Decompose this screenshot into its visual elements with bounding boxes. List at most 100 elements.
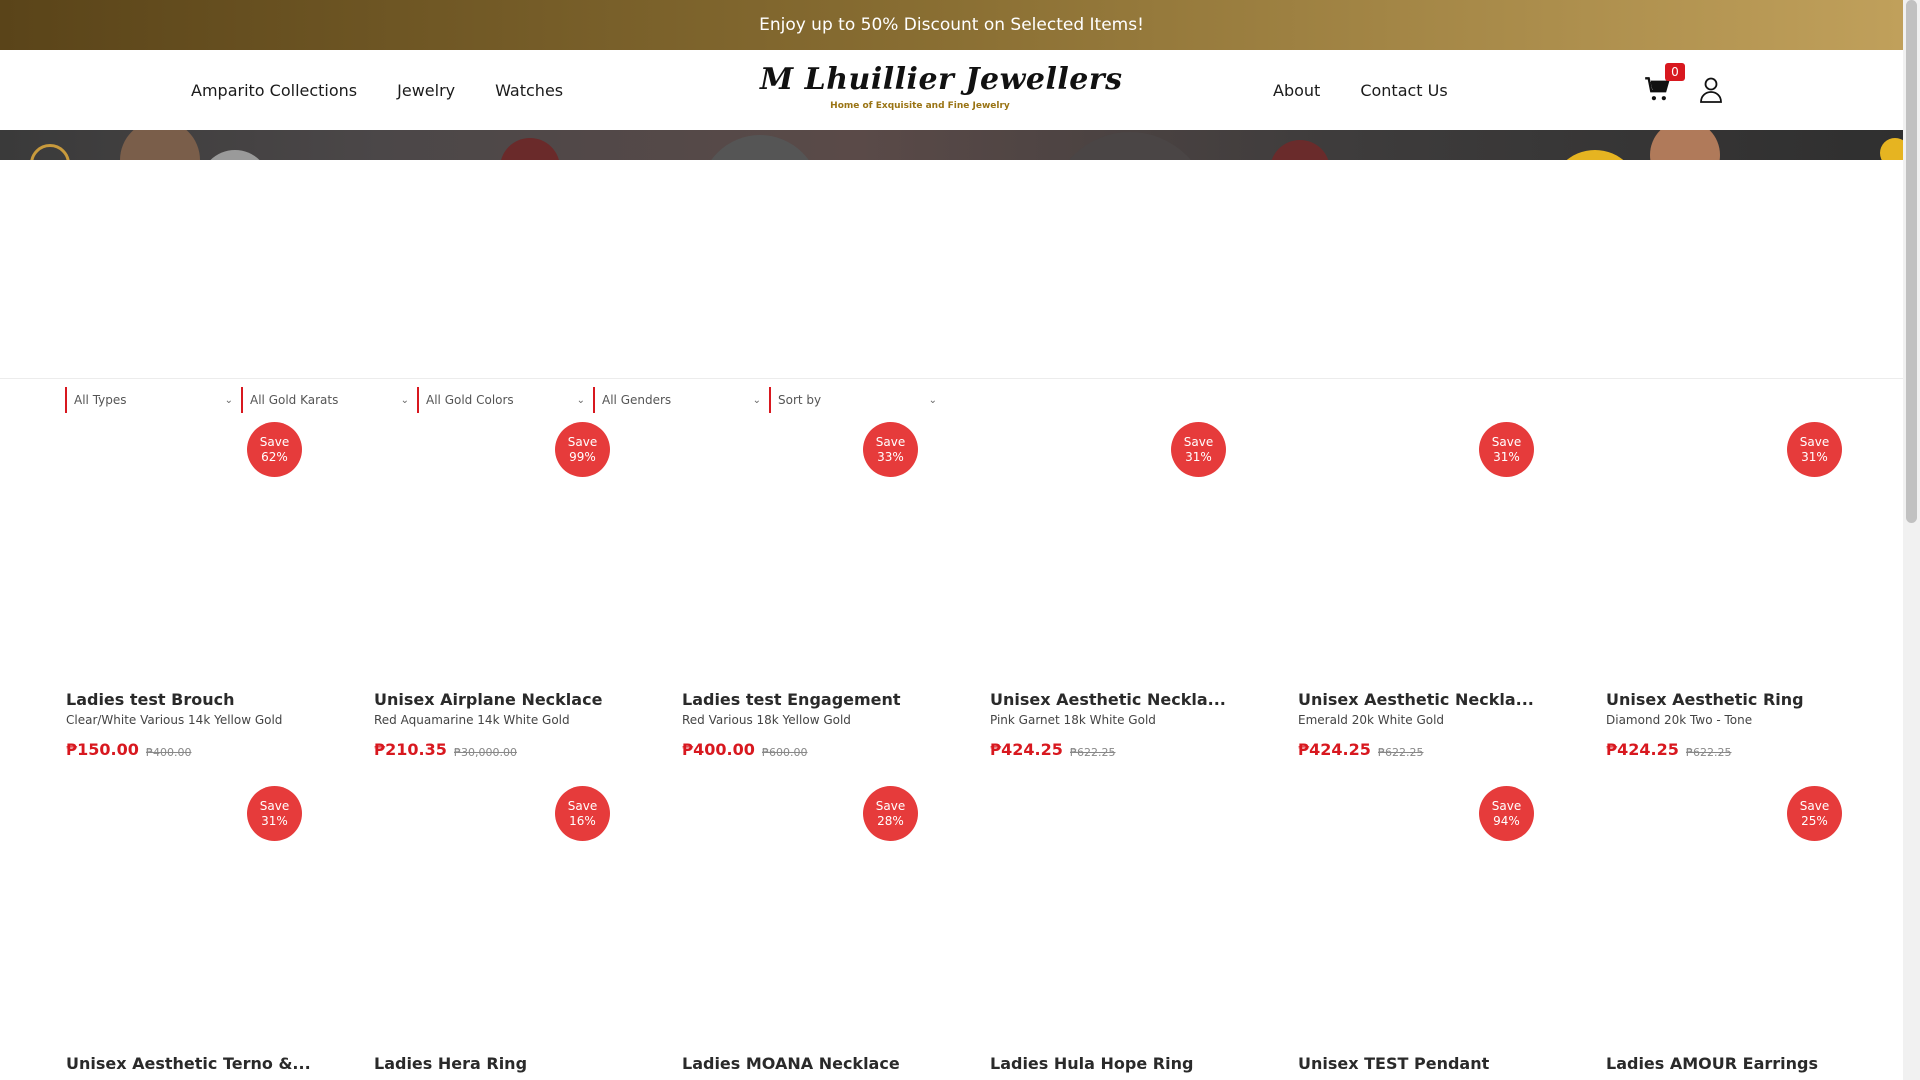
product-card[interactable]: Save 25% Ladies AMOUR Earrings bbox=[1606, 784, 1856, 1080]
product-subtitle: Red Aquamarine 14k White Gold bbox=[374, 713, 570, 727]
product-title[interactable]: Ladies Hula Hope Ring bbox=[990, 1054, 1240, 1073]
user-account-icon[interactable] bbox=[1699, 76, 1723, 104]
filter-karat-select[interactable]: All Gold Karats ⌄ bbox=[241, 387, 417, 413]
product-old-price: ₱622.25 bbox=[1686, 746, 1732, 759]
product-card[interactable]: Save 94% Unisex TEST Pendant bbox=[1298, 784, 1548, 1080]
save-badge: Save 99% bbox=[555, 422, 610, 477]
nav-jewelry[interactable]: Jewelry bbox=[397, 81, 455, 100]
save-badge: Save 33% bbox=[863, 422, 918, 477]
product-title[interactable]: Ladies Hera Ring bbox=[374, 1054, 624, 1073]
product-price: ₱424.25 bbox=[990, 740, 1063, 759]
save-percent: 28% bbox=[877, 813, 904, 828]
save-label: Save bbox=[567, 434, 598, 449]
product-price: ₱150.00 bbox=[66, 740, 139, 759]
save-percent: 99% bbox=[569, 449, 596, 464]
product-card[interactable]: Save 31% Unisex Aesthetic Terno &... bbox=[66, 784, 316, 1080]
product-old-price: ₱622.25 bbox=[1378, 746, 1424, 759]
save-badge: Save 31% bbox=[1787, 422, 1842, 477]
save-label: Save bbox=[1183, 434, 1214, 449]
product-old-price: ₱622.25 bbox=[1070, 746, 1116, 759]
product-title[interactable]: Ladies AMOUR Earrings bbox=[1606, 1054, 1856, 1073]
product-price: ₱400.00 bbox=[682, 740, 755, 759]
logo[interactable]: M Lhuillier Jewellers Home of Exquisite … bbox=[760, 60, 1123, 122]
chevron-down-icon: ⌄ bbox=[400, 394, 409, 406]
save-percent: 31% bbox=[1185, 449, 1212, 464]
product-subtitle: Emerald 20k White Gold bbox=[1298, 713, 1445, 727]
product-title[interactable]: Unisex Aesthetic Neckla... bbox=[990, 690, 1240, 709]
filter-color-select[interactable]: All Gold Colors ⌄ bbox=[417, 387, 593, 413]
save-badge: Save 31% bbox=[1479, 422, 1534, 477]
save-badge: Save 16% bbox=[555, 786, 610, 841]
product-card[interactable]: Save 31% Unisex Aesthetic Neckla... Pink … bbox=[990, 420, 1240, 760]
filter-gender-select[interactable]: All Genders ⌄ bbox=[593, 387, 769, 413]
save-badge: Save 62% bbox=[247, 422, 302, 477]
nav-amparito-collections[interactable]: Amparito Collections bbox=[191, 81, 357, 100]
product-card[interactable]: Save 31% Unisex Aesthetic Neckla... Emera… bbox=[1298, 420, 1548, 760]
product-title[interactable]: Ladies MOANA Necklace bbox=[682, 1054, 932, 1073]
product-title[interactable]: Ladies test Engagement bbox=[682, 690, 932, 709]
product-title[interactable]: Unisex Aesthetic Terno &... bbox=[66, 1054, 316, 1073]
save-percent: 62% bbox=[261, 449, 288, 464]
save-percent: 31% bbox=[261, 813, 288, 828]
product-subtitle: Red Various 18k Yellow Gold bbox=[682, 713, 851, 727]
save-label: Save bbox=[567, 798, 598, 813]
product-title[interactable]: Unisex Airplane Necklace bbox=[374, 690, 624, 709]
filter-color-label: All Gold Colors bbox=[426, 393, 514, 407]
sort-select[interactable]: Sort by ⌄ bbox=[769, 387, 945, 413]
filter-gender-label: All Genders bbox=[602, 393, 672, 407]
product-card[interactable]: Save 99% Unisex Airplane Necklace Red Aqu… bbox=[374, 420, 624, 760]
product-image[interactable] bbox=[990, 784, 1240, 1049]
product-card[interactable]: Ladies Hula Hope Ring bbox=[990, 784, 1240, 1080]
save-percent: 33% bbox=[877, 449, 904, 464]
product-old-price: ₱600.00 bbox=[762, 746, 808, 759]
save-label: Save bbox=[1491, 434, 1522, 449]
filter-karat-label: All Gold Karats bbox=[250, 393, 339, 407]
promo-text: Enjoy up to 50% Discount on Selected Ite… bbox=[759, 15, 1144, 35]
filter-type-label: All Types bbox=[74, 393, 127, 407]
save-label: Save bbox=[1799, 798, 1830, 813]
save-label: Save bbox=[1491, 798, 1522, 813]
product-title[interactable]: Unisex Aesthetic Ring bbox=[1606, 690, 1856, 709]
product-title[interactable]: Unisex Aesthetic Neckla... bbox=[1298, 690, 1548, 709]
nav-right: About Contact Us bbox=[1273, 50, 1448, 130]
save-percent: 16% bbox=[569, 813, 596, 828]
product-old-price: ₱30,000.00 bbox=[454, 746, 517, 759]
save-badge: Save 31% bbox=[247, 786, 302, 841]
product-subtitle: Diamond 20k Two - Tone bbox=[1606, 713, 1753, 727]
product-card[interactable]: Save 31% Unisex Aesthetic Ring Diamond 20… bbox=[1606, 420, 1856, 760]
product-old-price: ₱400.00 bbox=[146, 746, 192, 759]
header: Amparito Collections Jewelry Watches M L… bbox=[0, 50, 1903, 130]
save-percent: 25% bbox=[1801, 813, 1828, 828]
product-price: ₱424.25 bbox=[1606, 740, 1679, 759]
product-card[interactable]: Save 33% Ladies test Engagement Red Vario… bbox=[682, 420, 932, 760]
product-title[interactable]: Unisex TEST Pendant bbox=[1298, 1054, 1548, 1073]
filter-type-select[interactable]: All Types ⌄ bbox=[65, 387, 241, 413]
nav-contact-us[interactable]: Contact Us bbox=[1360, 81, 1447, 100]
logo-text: M Lhuillier Jewellers bbox=[760, 62, 1123, 97]
filter-divider bbox=[0, 378, 1903, 379]
nav-about[interactable]: About bbox=[1273, 81, 1320, 100]
save-label: Save bbox=[259, 434, 290, 449]
save-badge: Save 94% bbox=[1479, 786, 1534, 841]
save-percent: 94% bbox=[1493, 813, 1520, 828]
logo-tagline: Home of Exquisite and Fine Jewelry bbox=[830, 101, 1010, 111]
product-card[interactable]: Save 62% Ladies test Brouch Clear/White V… bbox=[66, 420, 316, 760]
save-percent: 31% bbox=[1801, 449, 1828, 464]
product-price: ₱424.25 bbox=[1298, 740, 1371, 759]
product-title[interactable]: Ladies test Brouch bbox=[66, 690, 316, 709]
save-percent: 31% bbox=[1493, 449, 1520, 464]
scrollbar-thumb[interactable] bbox=[1906, 0, 1917, 523]
nav-watches[interactable]: Watches bbox=[495, 81, 563, 100]
save-label: Save bbox=[875, 434, 906, 449]
save-label: Save bbox=[259, 798, 290, 813]
chevron-down-icon: ⌄ bbox=[224, 394, 233, 406]
save-badge: Save 28% bbox=[863, 786, 918, 841]
product-card[interactable]: Save 16% Ladies Hera Ring bbox=[374, 784, 624, 1080]
hero-banner[interactable] bbox=[0, 130, 1903, 160]
save-badge: Save 25% bbox=[1787, 786, 1842, 841]
product-card[interactable]: Save 28% Ladies MOANA Necklace bbox=[682, 784, 932, 1080]
promo-bar: Enjoy up to 50% Discount on Selected Ite… bbox=[0, 0, 1903, 50]
filter-bar: All Types ⌄ All Gold Karats ⌄ All Gold C… bbox=[65, 387, 945, 413]
product-subtitle: Pink Garnet 18k White Gold bbox=[990, 713, 1156, 727]
product-price: ₱210.35 bbox=[374, 740, 447, 759]
